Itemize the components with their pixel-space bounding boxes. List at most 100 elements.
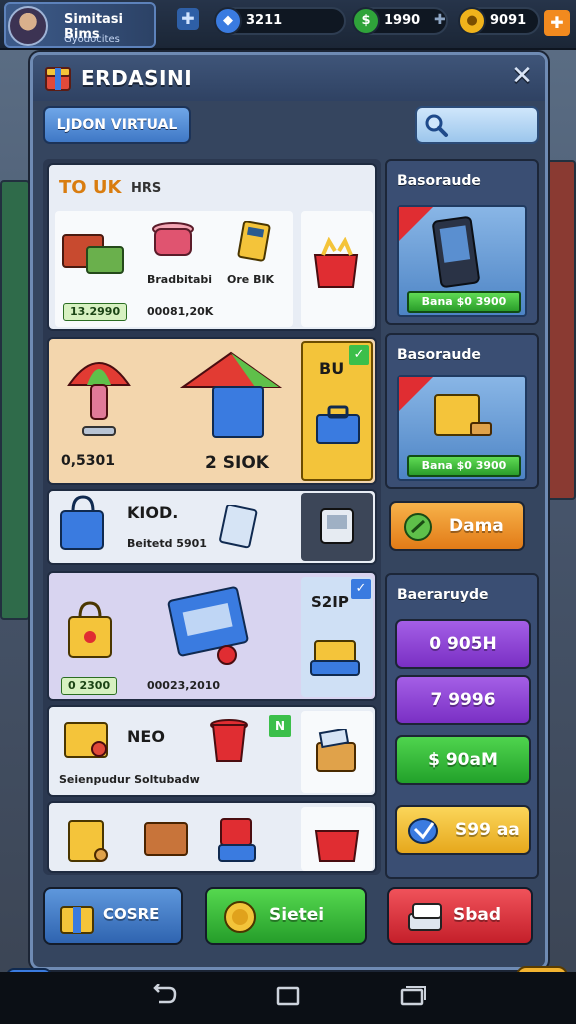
- coin-icon: [224, 901, 256, 933]
- yellow-price-button[interactable]: S99 aa: [395, 805, 531, 855]
- section-header-suffix: HRS: [131, 181, 162, 196]
- blue-bottom-button[interactable]: COSRE: [43, 887, 183, 945]
- green-bottom-label: Sietei: [269, 905, 325, 925]
- coin-value: 9091: [490, 13, 527, 28]
- close-button[interactable]: ✕: [507, 61, 537, 91]
- green-bottom-button[interactable]: Sietei: [205, 887, 367, 945]
- shop-modal: ERDASINI ✕ LJDON VIRTUAL TO UK HRS Bradb…: [30, 52, 548, 970]
- add-icon[interactable]: ✚: [177, 8, 199, 30]
- modal-header: ERDASINI ✕: [33, 55, 545, 101]
- item-tile[interactable]: Bradbitabi Ore BIK 13.2990 00081,20K: [55, 211, 293, 327]
- item-tile[interactable]: [301, 211, 373, 327]
- offer-price[interactable]: Bana $0 3900: [407, 291, 521, 313]
- add-icon[interactable]: ✚: [544, 10, 570, 36]
- item-price: 00023,2010: [147, 679, 221, 692]
- background-shelf: [0, 180, 30, 620]
- shopping-bag-icon: [68, 601, 112, 658]
- price-tag: 13.2990: [63, 303, 128, 321]
- item-badge: S2IP: [311, 593, 349, 611]
- featured-offer-card[interactable]: Basoraude Bana $0 3900: [385, 333, 539, 489]
- cash-counter[interactable]: $ 1990 ✚: [352, 7, 448, 35]
- calculator-icon: [237, 221, 271, 262]
- player-profile[interactable]: Simitasi Bims Gyodocites: [4, 2, 156, 48]
- device-icon: [320, 508, 354, 544]
- modal-title: ERDASINI: [81, 66, 193, 90]
- item-price: 0,5301: [61, 453, 116, 469]
- coin-counter[interactable]: ● 9091: [458, 7, 540, 35]
- home-nav-icon[interactable]: [268, 984, 308, 1012]
- toolbox-icon: [316, 405, 360, 444]
- back-icon[interactable]: [145, 984, 185, 1012]
- item-name: NEO: [127, 727, 165, 746]
- gem-bag-icon: [408, 818, 438, 844]
- tablet-icon: [219, 505, 258, 549]
- phone-icon: [432, 216, 480, 288]
- purchase-options-panel: Baeraruyde 0 905H 7 9996 $ 90aM S99 aa: [385, 573, 539, 879]
- search-button[interactable]: [415, 106, 539, 144]
- gem-icon: ◆: [214, 7, 242, 35]
- price-tag: 0 2300: [61, 677, 118, 695]
- crate-icon: [60, 906, 94, 934]
- stack-icon: [408, 903, 442, 931]
- add-icon[interactable]: ✚: [434, 12, 446, 28]
- cash-value: 1990: [384, 13, 421, 28]
- book-icon: [68, 820, 108, 862]
- item-name: KIOD.: [127, 503, 179, 522]
- shop-sign-icon: [167, 586, 249, 665]
- checkmark-icon: ✓: [349, 345, 369, 365]
- crate-icon: [144, 822, 188, 856]
- section-card[interactable]: TO UK HRS Bradbitabi Ore BIK 13.2990 000…: [47, 163, 377, 331]
- item-name: Ore BIK: [227, 273, 275, 286]
- purple-price-button[interactable]: 0 905H: [395, 619, 531, 669]
- package-icon: [316, 729, 356, 772]
- featured-offer-card[interactable]: Basoraude Bana $0 3900: [385, 159, 539, 325]
- search-icon: [425, 114, 448, 137]
- featured-tile[interactable]: BU ✓: [301, 341, 373, 481]
- red-bottom-label: Sbad: [453, 905, 502, 925]
- featured-badge: BU: [319, 359, 345, 378]
- top-hud: Simitasi Bims Gyodocites ✚ ◆ 3211 $ 1990…: [0, 0, 576, 50]
- offer-price[interactable]: Bana $0 3900: [407, 455, 521, 477]
- orange-action-button[interactable]: Dama: [389, 501, 525, 551]
- item-tile[interactable]: [301, 711, 373, 793]
- crate-icon: [310, 640, 360, 676]
- item-name: Bradbitabi: [147, 273, 213, 286]
- leaf-icon: [404, 513, 432, 541]
- shop-item-list: TO UK HRS Bradbitabi Ore BIK 13.2990 000…: [43, 159, 381, 875]
- lamp-icon: [67, 362, 131, 436]
- sale-ribbon-icon: [399, 377, 433, 411]
- gem-value: 3211: [246, 13, 283, 28]
- gem-counter[interactable]: ◆ 3211: [214, 7, 346, 35]
- purple-price-button[interactable]: 7 9996: [395, 675, 531, 725]
- crate-icon: [62, 234, 124, 274]
- item-tile[interactable]: S2IP ✓: [301, 577, 373, 697]
- green-price-button[interactable]: $ 90aM: [395, 735, 531, 785]
- section-card[interactable]: NEO N Seienpudur Soltubadw: [47, 705, 377, 797]
- recent-apps-icon[interactable]: [392, 984, 432, 1012]
- register-icon: [218, 818, 256, 862]
- item-tile[interactable]: [301, 807, 373, 871]
- section-card[interactable]: [47, 801, 377, 873]
- trash-bin-icon: [210, 719, 248, 762]
- section-card[interactable]: 0 2300 00023,2010 S2IP ✓: [47, 571, 377, 701]
- panel-title: Baeraruyde: [397, 587, 489, 603]
- section-card[interactable]: KIOD. Beitetd 5901: [47, 489, 377, 565]
- item-subtitle: Beitetd 5901: [127, 537, 207, 550]
- red-bottom-button[interactable]: Sbad: [387, 887, 533, 945]
- cash-icon: $: [352, 7, 380, 35]
- avatar[interactable]: [8, 6, 48, 46]
- crate-icon: [64, 722, 108, 758]
- item-badge: N: [269, 715, 291, 737]
- player-subtitle: Gyodocites: [64, 34, 120, 45]
- orange-action-label: Dama: [449, 516, 504, 536]
- section-header: TO UK: [59, 177, 122, 198]
- section-card[interactable]: 0,5301 2 SIOK BU ✓: [47, 337, 377, 485]
- item-tile[interactable]: [301, 493, 373, 561]
- coin-icon: ●: [458, 7, 486, 35]
- red-box-icon: [313, 237, 359, 288]
- yellow-price-label: S99 aa: [455, 820, 520, 840]
- offer-title: Basoraude: [397, 347, 481, 363]
- item-subtitle: Seienpudur Soltubadw: [59, 773, 200, 786]
- sale-ribbon-icon: [399, 207, 433, 241]
- tab-virtual[interactable]: LJDON VIRTUAL: [43, 106, 191, 144]
